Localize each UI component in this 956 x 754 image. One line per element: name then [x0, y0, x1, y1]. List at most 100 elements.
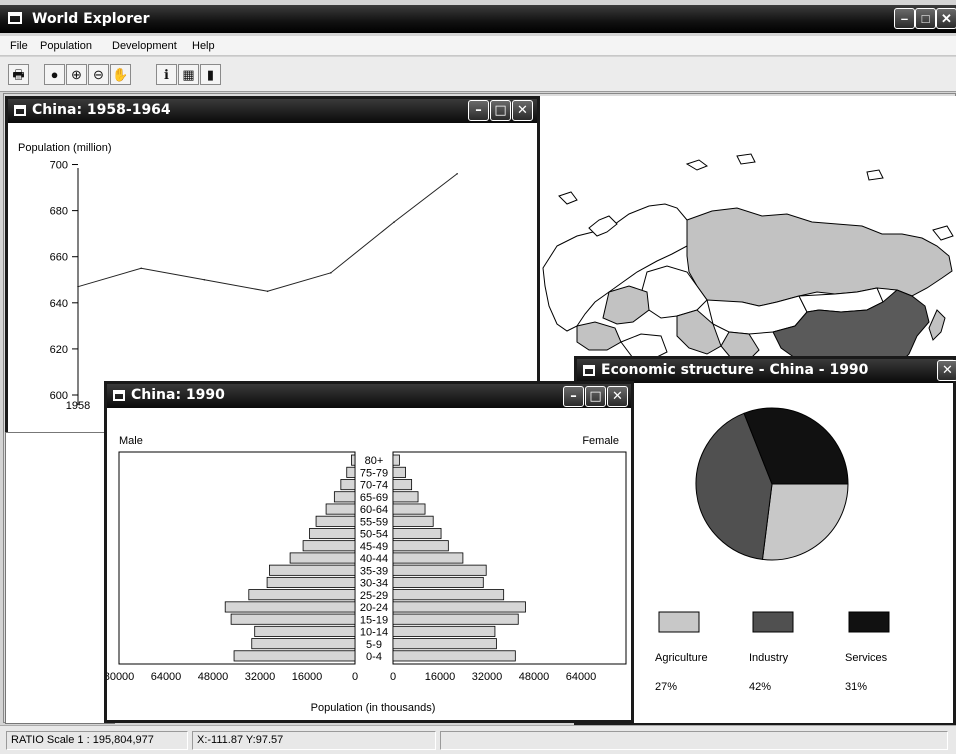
minimize-button[interactable]: –: [563, 386, 584, 407]
x-axis-label: Population (in thousands): [311, 702, 436, 714]
percent-label-industry: 42%: [749, 681, 771, 693]
menu-development[interactable]: Development: [112, 40, 177, 52]
line-chart-window-titlebar[interactable]: China: 1958-1964 – □ ✕: [8, 99, 537, 123]
age-group-label: 75-79: [360, 467, 388, 479]
window-title: China: 1958-1964: [32, 102, 171, 118]
zoom-in-icon[interactable]: ⊕: [66, 64, 87, 85]
female-bar: [392, 650, 516, 662]
age-group-label: 70-74: [360, 480, 388, 492]
male-bar: [269, 564, 356, 576]
female-bar: [392, 528, 442, 540]
main-title-bar[interactable]: World Explorer – □ ✕: [0, 5, 956, 33]
menu-help[interactable]: Help: [192, 40, 215, 52]
female-bar: [392, 479, 413, 491]
male-bar: [309, 528, 356, 540]
female-bar: [392, 589, 505, 601]
window-icon: [583, 365, 595, 376]
table-icon[interactable]: ▦: [178, 64, 199, 85]
female-bar: [392, 625, 496, 637]
x-tick-label: 1958: [66, 400, 90, 412]
close-button[interactable]: ✕: [936, 8, 956, 29]
population-pyramid-chart: Male Female 80+75-7970-7465-6960-6455-5950…: [107, 435, 627, 714]
menu-population[interactable]: Population: [40, 40, 92, 52]
female-bar: [392, 491, 419, 503]
legend-label-services: Services: [845, 652, 888, 664]
coordinate-readout: X:-111.87 Y:97.57: [192, 731, 436, 750]
menu-file[interactable]: File: [10, 40, 28, 52]
male-bar: [266, 576, 356, 588]
close-button[interactable]: ✕: [937, 360, 956, 381]
female-bar: [392, 503, 426, 515]
window-title: China: 1990: [131, 387, 225, 403]
age-group-label: 30-34: [360, 578, 388, 590]
age-group-label: 60-64: [360, 504, 388, 516]
window-icon: [113, 390, 125, 401]
x-tick-label: 16000: [425, 671, 456, 683]
percent-label-services: 31%: [845, 681, 867, 693]
status-bar: RATIO Scale 1 : 195,804,977 X:-111.87 Y:…: [0, 725, 956, 754]
bar-chart-icon[interactable]: ▮: [200, 64, 221, 85]
male-bar: [325, 503, 356, 515]
x-tick-label: 64000: [151, 671, 182, 683]
male-bar: [230, 613, 356, 625]
world-map[interactable]: [537, 96, 956, 386]
app-window-icon: [8, 12, 22, 24]
age-group-label: 0-4: [366, 651, 382, 663]
male-bar: [289, 552, 356, 564]
male-bar: [224, 601, 356, 613]
x-tick-label: 0: [390, 671, 396, 683]
percent-label-agriculture: 27%: [655, 681, 677, 693]
maximize-button[interactable]: □: [490, 100, 511, 121]
close-button[interactable]: ✕: [607, 386, 628, 407]
data-point: [77, 285, 79, 288]
x-tick-label: 32000: [472, 671, 503, 683]
pan-hand-icon[interactable]: ✋: [110, 64, 131, 85]
female-bar: [392, 454, 400, 466]
pyramid-window-titlebar[interactable]: China: 1990 – □ ✕: [107, 384, 631, 408]
x-tick-label: 64000: [566, 671, 597, 683]
maximize-button[interactable]: □: [915, 8, 936, 29]
zoom-out-icon[interactable]: ⊖: [88, 64, 109, 85]
data-point: [266, 290, 269, 293]
y-tick-label: 700: [50, 160, 68, 172]
age-group-label: 45-49: [360, 541, 388, 553]
female-bar: [392, 540, 449, 552]
minimize-button[interactable]: –: [468, 100, 489, 121]
data-point: [329, 272, 332, 274]
y-tick-label: 660: [50, 252, 68, 264]
age-group-label: 25-29: [360, 590, 388, 602]
window-icon: [14, 105, 26, 116]
male-bar: [302, 540, 356, 552]
info-icon[interactable]: ℹ: [156, 64, 177, 85]
empty-child-window[interactable]: [5, 432, 115, 724]
female-label: Female: [582, 435, 619, 447]
male-bar: [254, 625, 356, 637]
legend-label-agriculture: Agriculture: [655, 652, 708, 664]
data-point: [393, 221, 395, 223]
female-bar: [392, 515, 434, 527]
male-bar: [333, 491, 356, 503]
status-pane-empty: [440, 731, 948, 750]
maximize-button[interactable]: □: [585, 386, 606, 407]
print-icon[interactable]: 🖶: [8, 64, 29, 85]
age-group-label: 10-14: [360, 627, 388, 639]
minimize-button[interactable]: –: [894, 8, 915, 29]
toolbar: 🖶 ● ⊕ ⊖ ✋ ℹ ▦ ▮: [0, 57, 956, 92]
age-group-label: 5-9: [366, 639, 382, 651]
population-pyramid-window[interactable]: China: 1990 – □ ✕ Male Female 80+ 75-79 70-7…: [104, 381, 634, 723]
legend-swatch-industry: [752, 611, 794, 633]
x-tick-label: 80000: [107, 671, 134, 683]
close-button[interactable]: ✕: [512, 100, 533, 121]
x-tick-label: 16000: [292, 671, 323, 683]
economic-window-titlebar[interactable]: Economic structure - China - 1990 ✕: [577, 359, 956, 383]
age-group-label: 80+: [365, 455, 384, 467]
male-bar: [340, 479, 356, 491]
x-tick-label: 0: [352, 671, 358, 683]
x-tick-label: 32000: [245, 671, 276, 683]
female-bar: [392, 638, 497, 650]
globe-icon[interactable]: ●: [44, 64, 65, 85]
y-tick-label: 620: [50, 344, 68, 356]
male-bar: [251, 638, 356, 650]
scale-readout: RATIO Scale 1 : 195,804,977: [6, 731, 188, 750]
y-tick-label: 680: [50, 206, 68, 218]
